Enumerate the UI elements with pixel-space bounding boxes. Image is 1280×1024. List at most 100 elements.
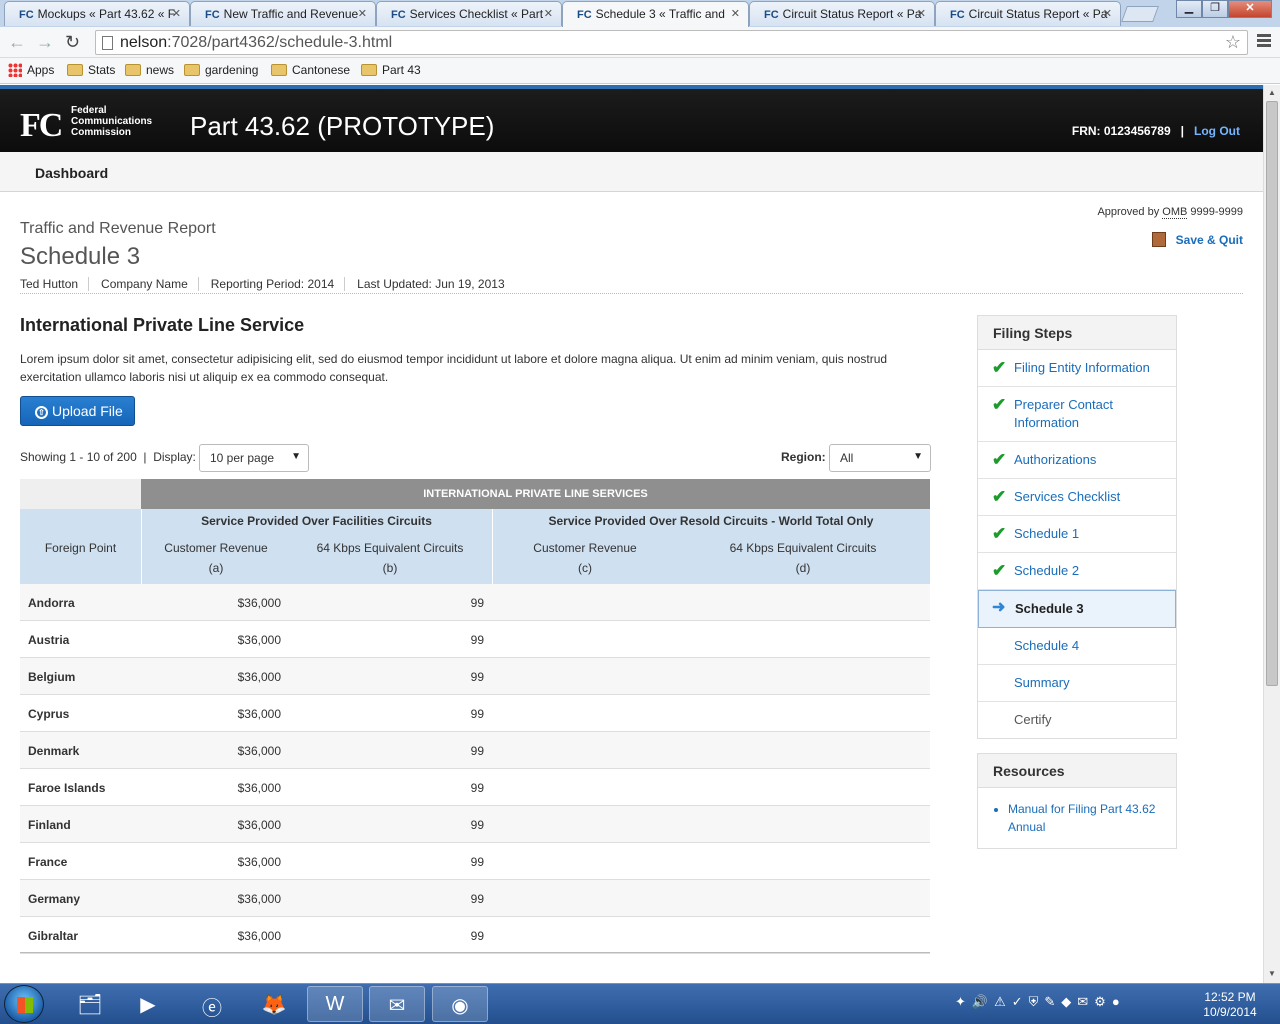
word-icon[interactable]: W — [307, 986, 363, 1022]
cell-revenue: $36,000 — [237, 633, 281, 647]
logout-link[interactable]: Log Out — [1194, 124, 1240, 138]
browser-tab[interactable]: FC Services Checklist « Part ✕ — [376, 1, 562, 26]
folder-icon — [184, 64, 200, 76]
bookmark-folder[interactable]: Stats — [67, 63, 115, 77]
url-path: :7028/part4362/schedule-3.html — [167, 34, 393, 51]
start-button[interactable] — [4, 985, 44, 1023]
agency-line: Communications — [71, 116, 153, 127]
system-tray[interactable]: ✦🔊⚠✓⛨✎◆✉⚙● — [955, 994, 1126, 1010]
vertical-scrollbar[interactable]: ▲ ▼ — [1263, 85, 1280, 983]
table-row[interactable]: Gibraltar $36,000 99 — [20, 917, 930, 954]
close-icon[interactable]: ✕ — [1103, 7, 1112, 20]
folder-icon — [271, 64, 287, 76]
browser-tab[interactable]: FC Circuit Status Report « Pa ✕ — [749, 1, 935, 26]
table-row[interactable]: Finland $36,000 99 — [20, 806, 930, 843]
step-summary[interactable]: Summary — [978, 665, 1176, 702]
step-schedule-2[interactable]: ✔ Schedule 2 — [978, 553, 1176, 590]
cell-foreign-point: Andorra — [28, 596, 75, 610]
address-bar[interactable]: nelson:7028/part4362/schedule-3.html ☆ — [95, 30, 1248, 55]
omb-approval: Approved by OMB 9999-9999 — [1097, 206, 1243, 219]
table-row[interactable]: Belgium $36,000 99 — [20, 658, 930, 695]
media-player-icon[interactable]: ▶ — [120, 986, 176, 1022]
browser-tab[interactable]: FC Mockups « Part 43.62 « F ✕ — [4, 1, 190, 26]
forward-arrow-icon[interactable]: → — [36, 32, 54, 53]
maximize-button[interactable]: ❐ — [1202, 0, 1228, 18]
step-services-checklist[interactable]: ✔ Services Checklist — [978, 479, 1176, 516]
table-row[interactable]: Germany $36,000 99 — [20, 880, 930, 917]
internet-explorer-icon[interactable]: ⓔ — [184, 986, 240, 1022]
chrome-menu-icon[interactable] — [1257, 34, 1271, 49]
step-schedule-3[interactable]: ➜ Schedule 3 — [978, 590, 1176, 628]
close-icon[interactable]: ✕ — [917, 7, 926, 20]
table-bottom-border — [20, 952, 930, 953]
outlook-icon[interactable]: ✉ — [369, 986, 425, 1022]
step-preparer-contact[interactable]: ✔ Preparer Contact Information — [978, 387, 1176, 442]
resource-link-manual[interactable]: Manual for Filing Part 43.62 Annual — [1008, 800, 1161, 836]
bookmark-folder[interactable]: Cantonese — [271, 63, 350, 77]
bookmark-folder[interactable]: news — [125, 63, 174, 77]
firefox-icon[interactable]: 🦊 — [246, 986, 302, 1022]
taskbar-clock[interactable]: 12:52 PM 10/9/2014 — [1200, 990, 1260, 1020]
step-schedule-4[interactable]: Schedule 4 — [978, 628, 1176, 665]
omb-number: 9999-9999 — [1190, 206, 1243, 218]
region-select[interactable]: All ▼ — [829, 444, 931, 472]
fcc-logo[interactable]: FC — [20, 107, 63, 145]
frn-number: FRN: 0123456789 — [1071, 124, 1171, 138]
cell-foreign-point: Austria — [28, 633, 70, 647]
site-header: FC Federal Communications Commission Par… — [0, 85, 1263, 152]
back-arrow-icon[interactable]: ← — [8, 32, 26, 53]
save-quit-button[interactable]: Save & Quit — [1151, 232, 1243, 247]
bookmark-star-icon[interactable]: ☆ — [1225, 32, 1241, 53]
close-icon[interactable]: ✕ — [731, 7, 740, 20]
scroll-up-icon[interactable]: ▲ — [1268, 88, 1276, 97]
step-label: Filing Entity Information — [1014, 360, 1150, 375]
step-filing-entity[interactable]: ✔ Filing Entity Information — [978, 350, 1176, 387]
browser-tab-active[interactable]: FC Schedule 3 « Traffic and ✕ — [562, 1, 749, 27]
close-icon[interactable]: ✕ — [172, 7, 181, 20]
file-explorer-icon[interactable]: 🗂 — [62, 986, 118, 1022]
resources-panel: Resources Manual for Filing Part 43.62 A… — [977, 753, 1177, 849]
table-row[interactable]: Faroe Islands $36,000 99 — [20, 769, 930, 806]
column-divider — [492, 509, 493, 584]
step-schedule-1[interactable]: ✔ Schedule 1 — [978, 516, 1176, 553]
table-row[interactable]: France $36,000 99 — [20, 843, 930, 880]
cell-foreign-point: Belgium — [28, 670, 76, 684]
col-circuits-b: 64 Kbps Equivalent Circuits — [316, 541, 464, 555]
app-title: Part 43.62 (PROTOTYPE) — [190, 111, 495, 141]
checkmark-icon: ✔ — [992, 524, 1007, 543]
table-row[interactable]: Andorra $36,000 99 — [20, 584, 930, 621]
cell-circuits: 99 — [470, 670, 484, 684]
new-tab-button[interactable] — [1121, 6, 1159, 22]
col-code-d: (d) — [795, 561, 811, 575]
close-icon[interactable]: ✕ — [358, 7, 367, 20]
per-page-select[interactable]: 10 per page ▼ — [199, 444, 309, 472]
chrome-icon[interactable]: ◉ — [432, 986, 488, 1022]
bookmark-folder[interactable]: Part 43 — [361, 63, 421, 77]
bookmark-folder[interactable]: gardening — [184, 63, 258, 77]
cell-revenue: $36,000 — [237, 596, 281, 610]
bookmark-apps[interactable]: Apps — [8, 63, 54, 77]
agency-name: Federal Communications Commission — [71, 105, 152, 138]
minimize-button[interactable]: ▁ — [1176, 0, 1202, 18]
resources-title: Resources — [978, 754, 1176, 788]
table-row[interactable]: Austria $36,000 99 — [20, 621, 930, 658]
browser-tab[interactable]: FC Circuit Status Report « Pa ✕ — [935, 1, 1121, 26]
scroll-down-icon[interactable]: ▼ — [1268, 969, 1276, 978]
fcc-favicon-icon: FC — [19, 9, 34, 21]
upload-file-button[interactable]: ⇧ Upload File — [20, 396, 135, 426]
browser-tab[interactable]: FC New Traffic and Revenue ✕ — [190, 1, 376, 26]
reload-icon[interactable]: ↻ — [65, 32, 80, 53]
scrollbar-thumb[interactable] — [1266, 101, 1278, 686]
table-row[interactable]: Denmark $36,000 99 — [20, 732, 930, 769]
cell-circuits: 99 — [470, 855, 484, 869]
page-title: Schedule 3 — [20, 243, 141, 270]
nav-dashboard[interactable]: Dashboard — [35, 165, 108, 181]
divider — [20, 293, 1243, 294]
close-icon[interactable]: ✕ — [544, 7, 553, 20]
omb-abbr: OMB — [1162, 206, 1188, 219]
meta-updated: Last Updated: Jun 19, 2013 — [357, 277, 505, 291]
step-authorizations[interactable]: ✔ Authorizations — [978, 442, 1176, 479]
window-close-button[interactable]: ✕ — [1228, 0, 1272, 18]
cell-circuits: 99 — [470, 892, 484, 906]
table-row[interactable]: Cyprus $36,000 99 — [20, 695, 930, 732]
